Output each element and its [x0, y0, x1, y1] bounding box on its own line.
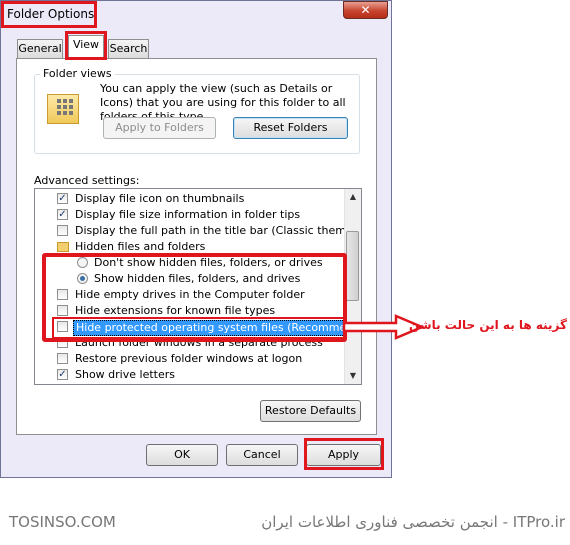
ok-button[interactable]: OK: [146, 444, 218, 466]
folder-options-icon: [47, 94, 79, 124]
scroll-up-icon[interactable]: ▲: [345, 189, 361, 205]
scroll-down-icon[interactable]: ▼: [345, 368, 361, 384]
annotation-text: گزینه ها به این حالت باشن: [408, 318, 567, 332]
list-item[interactable]: ✓ Display file size information in folde…: [35, 207, 345, 223]
footer-left-text: TOSINSO.COM: [9, 513, 116, 531]
apply-to-folders-button[interactable]: Apply to Folders: [103, 117, 216, 139]
restore-defaults-button[interactable]: Restore Defaults: [260, 400, 361, 422]
reset-folders-button[interactable]: Reset Folders: [233, 117, 348, 139]
advanced-settings-label: Advanced settings:: [34, 174, 140, 187]
close-button[interactable]: ✕: [343, 1, 388, 19]
apply-highlight-box: [304, 438, 384, 470]
tab-search[interactable]: Search: [108, 39, 149, 58]
checkbox-icon[interactable]: ✓: [57, 193, 68, 204]
checkbox-icon[interactable]: ✓: [57, 209, 68, 220]
cancel-button[interactable]: Cancel: [226, 444, 298, 466]
footer-right-text: ITPro.ir - انجمن تخصصی فناوری اطلاعات ای…: [261, 513, 565, 531]
scroll-thumb[interactable]: [346, 231, 359, 301]
checkbox-icon[interactable]: [57, 225, 68, 236]
checkbox-icon[interactable]: [57, 353, 68, 364]
list-item[interactable]: Restore previous folder windows at logon: [35, 351, 345, 367]
list-item[interactable]: Display the full path in the title bar (…: [35, 223, 361, 239]
annotation-selected-box: [52, 317, 345, 339]
checkbox-icon[interactable]: ✓: [57, 369, 68, 380]
view-tab-highlight: [65, 31, 107, 60]
tab-general[interactable]: General: [17, 39, 63, 58]
title-highlight-box: [1, 1, 97, 28]
folder-icon: [57, 242, 69, 252]
list-item[interactable]: ✓ Show drive letters: [35, 367, 345, 383]
folder-views-label: Folder views: [40, 67, 115, 80]
list-item[interactable]: ✓ Display file icon on thumbnails: [35, 191, 345, 207]
